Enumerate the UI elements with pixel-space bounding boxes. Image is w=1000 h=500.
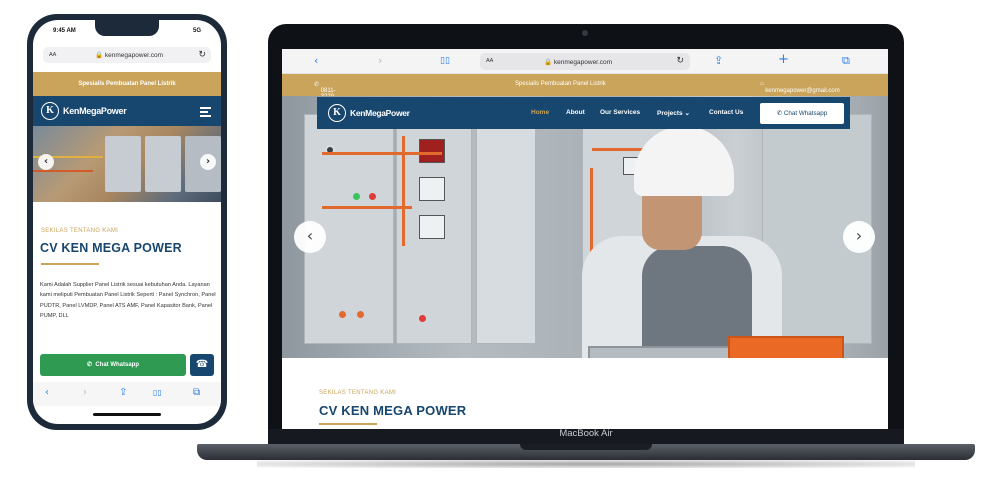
laptop-url-text: 🔒 kenmegapower.com — [544, 59, 613, 66]
status-time: 9:45 AM — [53, 28, 76, 34]
lamp-graphic — [419, 315, 426, 322]
orange-box-graphic — [728, 336, 844, 358]
share-icon[interactable]: ⇪ — [714, 54, 723, 67]
nav-about[interactable]: About — [566, 109, 585, 116]
topbar-tagline: Spesialis Pembuatan Panel Listrik — [515, 81, 606, 87]
topbar-email: ⌂ kenmegapower@gmail.com — [760, 81, 840, 94]
section-kicker: SEKILAS TENTANG KAMI — [319, 390, 397, 396]
panel-graphic — [145, 136, 181, 192]
phone-url-text: 🔒 kenmegapower.com — [95, 52, 164, 59]
brand-logo[interactable]: K — [41, 102, 59, 120]
title-underline — [319, 423, 377, 425]
hamburger-menu-icon[interactable] — [200, 107, 211, 119]
forward-icon[interactable]: › — [83, 387, 87, 398]
wire-graphic — [33, 170, 93, 172]
panel-graphic — [105, 136, 141, 192]
nav-whatsapp-button[interactable]: ✆ Chat Whatsapp — [760, 103, 844, 124]
topbar-email-address: kenmegapower@gmail.com — [765, 88, 840, 94]
nav-whatsapp-label: Chat Whatsapp — [783, 110, 828, 117]
orange-wire-graphic — [402, 136, 405, 246]
laptop-hero-prev-arrow[interactable]: ‹ — [294, 221, 326, 253]
whatsapp-icon: ✆ — [86, 362, 92, 368]
reader-aa-button[interactable]: AA — [49, 52, 56, 58]
bookmarks-icon[interactable]: ▯▯ — [153, 388, 162, 397]
phone-browser-toolbar: ‹ › ⇪ ▯▯ ⧉ — [33, 382, 221, 406]
brand-logo[interactable]: K — [328, 104, 346, 122]
chevron-down-icon: ⌄ — [684, 110, 690, 117]
meter-graphic — [419, 215, 445, 239]
back-icon[interactable]: ‹ — [45, 387, 49, 398]
laptop-url: kenmegapower.com — [553, 59, 613, 66]
laptop-shadow — [257, 460, 915, 468]
title-underline — [41, 263, 99, 265]
meter-graphic — [419, 139, 445, 163]
phone-navbar: K KenMegaPower — [33, 96, 221, 126]
nav-contact[interactable]: Contact Us — [709, 109, 743, 116]
whatsapp-icon: ✆ — [776, 110, 783, 117]
phone-notch — [95, 20, 159, 36]
orange-wire-graphic — [590, 168, 593, 258]
laptop-base-notch — [520, 444, 652, 450]
cabinet-graphic — [396, 114, 472, 344]
nav-home[interactable]: Home — [531, 109, 549, 116]
nav-projects-label: Projects — [657, 110, 683, 117]
cabinet-graphic — [476, 114, 536, 344]
phone-icon: ☎ — [195, 359, 209, 370]
laptop-address-bar[interactable]: AA 🔒 kenmegapower.com ↻ — [480, 53, 690, 70]
laptop-lid: ‹ › ▯▯ AA 🔒 kenmegapower.com ↻ ⇪ + ⧉ ✆ 0… — [268, 24, 904, 444]
about-text: Kami Adalah Supplier Panel Listrik sesua… — [40, 282, 216, 320]
meter-graphic — [419, 177, 445, 201]
home-indicator — [93, 413, 161, 416]
brand-name[interactable]: KenMegaPower — [63, 106, 127, 116]
laptop-about-section: SEKILAS TENTANG KAMI CV KEN MEGA POWER — [282, 358, 888, 429]
whatsapp-button[interactable]: ✆ Chat Whatsapp — [40, 354, 186, 376]
lamp-graphic — [357, 311, 364, 318]
laptop-screen: ‹ › ▯▯ AA 🔒 kenmegapower.com ↻ ⇪ + ⧉ ✆ 0… — [282, 49, 888, 429]
back-icon[interactable]: ‹ — [314, 54, 318, 67]
lamp-graphic — [353, 193, 360, 200]
forward-icon[interactable]: › — [378, 54, 382, 67]
phone-device: 9:45 AM 5G AA 🔒 kenmegapower.com ↻ Spesi… — [27, 14, 227, 430]
phone-hero-next-arrow[interactable]: › — [200, 154, 216, 170]
tabs-icon[interactable]: ⧉ — [193, 387, 200, 398]
camera — [582, 30, 588, 36]
laptop-base — [197, 444, 975, 470]
laptop-model-label: MacBook Air — [559, 428, 613, 439]
mockup-stage: 9:45 AM 5G AA 🔒 kenmegapower.com ↻ Spesi… — [0, 0, 1000, 500]
section-title: CV KEN MEGA POWER — [319, 403, 467, 418]
section-title: CV KEN MEGA POWER — [40, 241, 182, 255]
new-tab-icon[interactable]: + — [778, 52, 789, 67]
whatsapp-button-label: Chat Whatsapp — [95, 362, 140, 368]
orange-wire-graphic — [322, 206, 412, 209]
status-signal: 5G — [192, 28, 201, 34]
nav-services[interactable]: Our Services — [600, 109, 640, 116]
reader-aa-button[interactable]: AA — [486, 58, 493, 64]
control-box-graphic — [588, 346, 730, 358]
laptop-hero-image — [282, 96, 888, 358]
reader-icon[interactable]: ▯▯ — [440, 56, 450, 66]
phone-url: kenmegapower.com — [104, 52, 164, 59]
brand-name[interactable]: KenMegaPower — [350, 108, 410, 118]
reload-icon[interactable]: ↻ — [198, 49, 206, 60]
lamp-graphic — [339, 311, 346, 318]
laptop-topbar: ✆ 0811-3229-94 Spesialis Pembuatan Panel… — [282, 74, 888, 106]
topbar-phone: ✆ 0811-3229-94 — [314, 81, 336, 106]
orange-wire-graphic — [322, 152, 442, 155]
laptop-hero-next-arrow[interactable]: › — [843, 221, 875, 253]
laptop-navbar: K KenMegaPower Home About Our Services P… — [317, 97, 850, 129]
reload-icon[interactable]: ↻ — [676, 55, 684, 66]
phone-screen: 9:45 AM 5G AA 🔒 kenmegapower.com ↻ Spesi… — [33, 20, 221, 424]
nav-projects[interactable]: Projects ⌄ — [657, 109, 690, 117]
phone-topbar: Spesialis Pembuatan Panel Listrik — [33, 72, 221, 96]
laptop-browser-bar: ‹ › ▯▯ AA 🔒 kenmegapower.com ↻ ⇪ + ⧉ — [282, 49, 888, 74]
share-icon[interactable]: ⇪ — [119, 387, 127, 398]
section-kicker: SEKILAS TENTANG KAMI — [41, 228, 119, 234]
call-button[interactable]: ☎ — [190, 354, 214, 376]
phone-address-bar[interactable]: AA 🔒 kenmegapower.com ↻ — [43, 47, 211, 63]
phone-hero-image — [33, 126, 221, 202]
lamp-graphic — [369, 193, 376, 200]
phone-hero-prev-arrow[interactable]: ‹ — [38, 154, 54, 170]
tabs-icon[interactable]: ⧉ — [842, 54, 850, 68]
